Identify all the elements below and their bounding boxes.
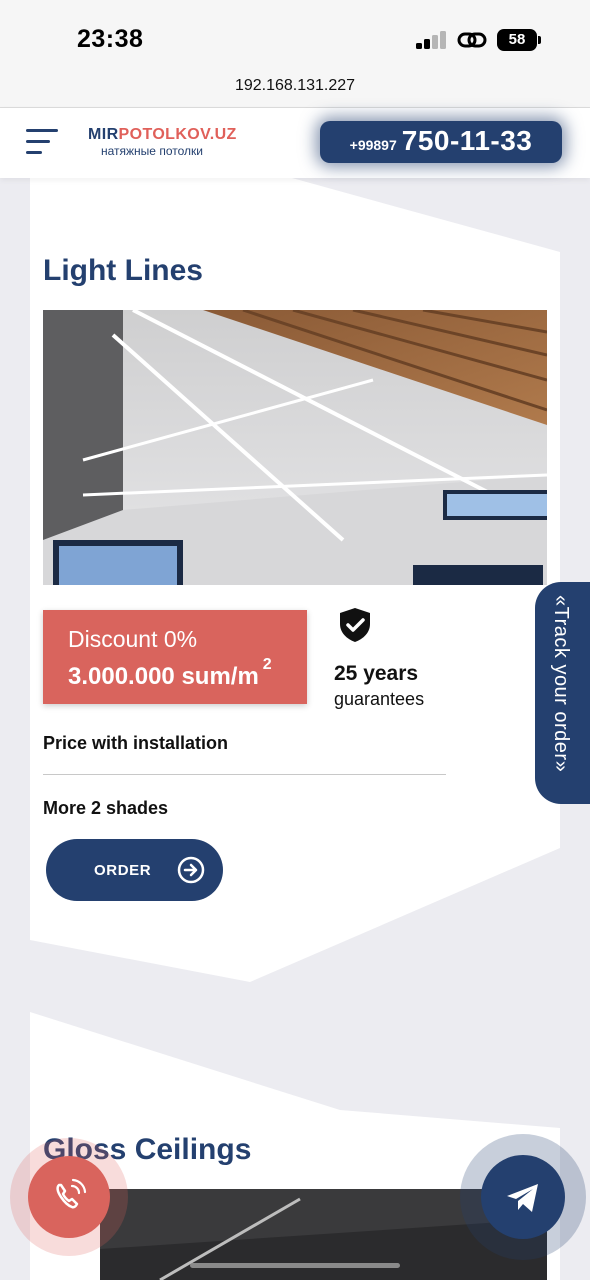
price-value: 3.000.000 sum/m 2 — [68, 656, 272, 691]
call-fab-button[interactable] — [10, 1138, 128, 1256]
logo-text-mir: MIR — [88, 126, 119, 143]
divider — [43, 774, 446, 775]
discount-label: Discount 0% — [68, 626, 198, 652]
product-photo — [43, 310, 547, 585]
price-note: Price with installation — [43, 733, 229, 753]
home-indicator — [190, 1263, 400, 1268]
shades-info: More 2 shades — [43, 798, 169, 818]
phone-number: 750-11-33 — [401, 125, 533, 156]
telegram-fab-button[interactable] — [460, 1134, 586, 1260]
logo-text-potolkov: POTOLKOV.UZ — [118, 126, 237, 143]
site-logo[interactable]: MIRPOTOLKOV.UZ натяжные потолки — [88, 126, 248, 158]
link-icon — [457, 32, 487, 48]
telegram-send-icon — [507, 1184, 538, 1212]
track-order-label: «Track your order» — [550, 595, 572, 773]
signal-icon — [416, 31, 448, 49]
browser-url-bar[interactable]: 192.168.131.227 — [0, 66, 590, 108]
battery-level: 58 — [497, 29, 537, 51]
status-bar: 23:38 58 — [0, 0, 590, 66]
order-button[interactable]: ORDER — [46, 839, 223, 901]
price-unit-power: 2 — [262, 656, 272, 673]
phone-call-button[interactable]: +99897 750-11-33 — [320, 121, 562, 163]
arrow-right-circle-icon — [177, 856, 205, 884]
hamburger-menu-icon[interactable] — [26, 129, 60, 155]
battery-icon: 58 — [497, 29, 541, 51]
product-title: Light Lines — [43, 254, 203, 287]
guarantee-label: guarantees — [334, 689, 425, 709]
guarantee-years: 25 years — [334, 662, 419, 685]
price-text: 3.000.000 sum/m — [68, 663, 259, 690]
status-time: 23:38 — [77, 25, 144, 53]
shield-check-icon — [340, 608, 370, 642]
discount-price-box: Discount 0% 3.000.000 sum/m 2 — [43, 610, 307, 704]
order-button-label: ORDER — [94, 862, 152, 879]
track-order-tab[interactable]: «Track your order» — [535, 582, 590, 804]
logo-tagline: натяжные потолки — [101, 144, 203, 158]
phone-prefix: +99897 — [349, 137, 397, 153]
site-header: MIRPOTOLKOV.UZ натяжные потолки +99897 7… — [0, 108, 590, 178]
phone-call-icon — [56, 1178, 87, 1209]
url-text: 192.168.131.227 — [234, 77, 356, 94]
